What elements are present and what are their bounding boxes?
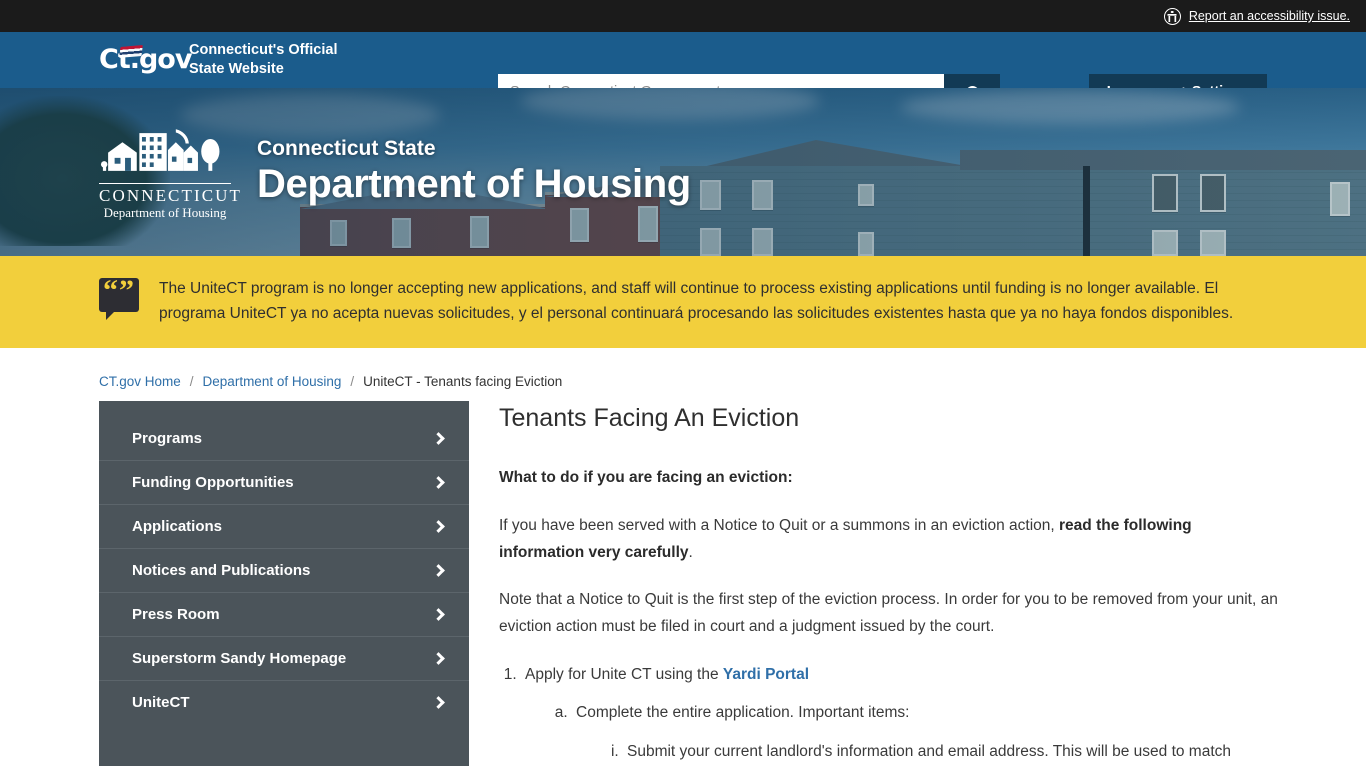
main-content: Tenants Facing An Eviction What to do if…: [499, 401, 1280, 766]
hero-title: Department of Housing: [257, 162, 691, 206]
sidebar-item-label: UniteCT: [132, 694, 190, 712]
logo-department-name: Department of Housing: [103, 204, 227, 220]
chevron-right-icon: [432, 608, 445, 622]
step-1-text: Apply for Unite CT using the: [525, 665, 723, 683]
alert-message: The UniteCT program is no longer accepti…: [159, 280, 1234, 323]
list-item: Complete the entire application. Importa…: [572, 700, 1280, 765]
flag-icon: [119, 45, 143, 58]
sidebar-item-label: Superstorm Sandy Homepage: [132, 650, 347, 668]
chevron-right-icon: [432, 476, 445, 490]
logo-state-name: CONNECTICUT: [99, 185, 243, 205]
sidebar-item-applications[interactable]: Applications: [99, 504, 469, 548]
step-1a-i-text: Submit your current landlord's informati…: [627, 743, 1232, 761]
sidebar-item-notices-and-publications[interactable]: Notices and Publications: [99, 548, 469, 592]
quote-bubble-icon: “”: [99, 276, 139, 320]
breadcrumb-parent-link[interactable]: Department of Housing: [203, 374, 342, 389]
yardi-portal-link[interactable]: Yardi Portal: [723, 666, 809, 683]
steps-subsublist: Submit your current landlord's informati…: [623, 739, 1280, 766]
brand-tagline: Connecticut's Official State Website: [189, 41, 337, 79]
site-alert-banner: “” The UniteCT program is no longer acce…: [0, 256, 1366, 349]
accessibility-icon: [1163, 7, 1181, 25]
paragraph-1-text-a: If you have been served with a Notice to…: [499, 517, 1060, 535]
sidebar-item-label: Programs: [132, 430, 203, 448]
content-paragraph-1: If you have been served with a Notice to…: [499, 513, 1280, 566]
sidebar-item-funding-opportunities[interactable]: Funding Opportunities: [99, 460, 469, 504]
site-masthead: Ct.gov Connecticut's Official State Webs…: [0, 32, 1366, 110]
steps-sublist: Complete the entire application. Importa…: [572, 700, 1280, 765]
paragraph-1-text-b: .: [688, 543, 693, 561]
section-navigation-sidebar: Programs Funding Opportunities Applicati…: [99, 401, 469, 766]
chevron-right-icon: [432, 564, 445, 578]
ctgov-logo: Ct.gov: [99, 43, 192, 77]
breadcrumb-separator: /: [189, 374, 194, 390]
breadcrumb-separator: /: [350, 374, 355, 390]
content-lead-heading: What to do if you are facing an eviction…: [499, 469, 793, 487]
department-of-housing-logo: CONNECTICUT Department of Housing: [99, 124, 243, 221]
list-item: Submit your current landlord's informati…: [623, 739, 1280, 766]
breadcrumb: CT.gov Home / Department of Housing / Un…: [0, 348, 1366, 401]
hero-eyebrow: Connecticut State: [257, 136, 436, 160]
department-hero-banner: CONNECTICUT Department of Housing Connec…: [0, 88, 1366, 256]
sidebar-item-superstorm-sandy-homepage[interactable]: Superstorm Sandy Homepage: [99, 636, 469, 680]
steps-list: Apply for Unite CT using the Yardi Porta…: [521, 662, 1280, 766]
chevron-right-icon: [432, 432, 445, 446]
sidebar-item-label: Applications: [132, 518, 223, 536]
report-accessibility-issue-label: Report an accessibility issue.: [1188, 9, 1350, 23]
sidebar-item-programs[interactable]: Programs: [99, 417, 469, 460]
chevron-right-icon: [432, 652, 445, 666]
sidebar-item-unitect[interactable]: UniteCT: [99, 680, 469, 724]
sidebar-item-label: Press Room: [132, 606, 220, 624]
brand-tagline-line1: Connecticut's Official: [189, 41, 338, 58]
report-accessibility-issue-link[interactable]: Report an accessibility issue.: [1163, 7, 1350, 25]
breadcrumb-home-link[interactable]: CT.gov Home: [99, 374, 181, 389]
ctgov-wordmark: Ct.gov: [99, 44, 192, 75]
housing-skyline-icon: [100, 128, 220, 171]
brand-tagline-line2: State Website: [189, 61, 284, 77]
accessibility-bar: Report an accessibility issue.: [0, 0, 1366, 32]
step-1a-text: Complete the entire application. Importa…: [576, 704, 910, 722]
sidebar-item-label: Funding Opportunities: [132, 474, 294, 492]
breadcrumb-current-page: UniteCT - Tenants facing Eviction: [363, 374, 563, 390]
content-paragraph-2: Note that a Notice to Quit is the first …: [499, 591, 1278, 636]
page-title: Tenants Facing An Eviction: [499, 404, 800, 433]
chevron-right-icon: [432, 520, 445, 534]
sidebar-item-press-room[interactable]: Press Room: [99, 592, 469, 636]
list-item: Apply for Unite CT using the Yardi Porta…: [521, 662, 1280, 766]
sidebar-item-label: Notices and Publications: [132, 562, 311, 580]
chevron-right-icon: [432, 696, 445, 710]
page-body: Programs Funding Opportunities Applicati…: [0, 401, 1366, 766]
ctgov-home-link[interactable]: Ct.gov Connecticut's Official State Webs…: [99, 41, 337, 79]
